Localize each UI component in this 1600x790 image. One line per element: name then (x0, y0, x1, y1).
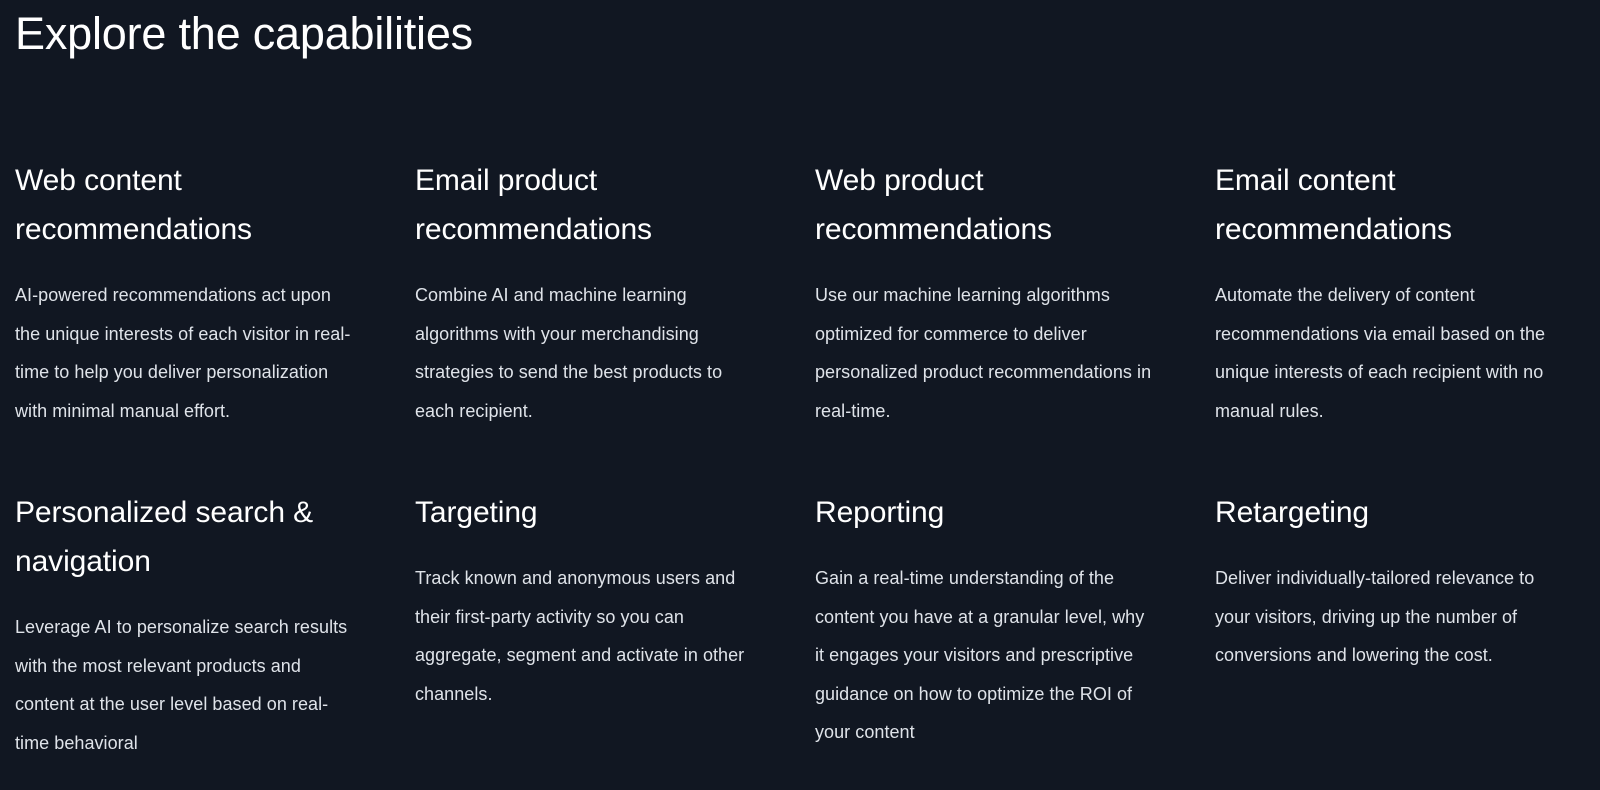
capability-card-description: Track known and anonymous users and thei… (415, 568, 745, 704)
capability-card-title: Web content recommendations (15, 164, 252, 246)
capability-card-title: Personalized search & navigation (15, 496, 314, 578)
capability-card-reporting: Reporting Gain a real-time understanding… (815, 488, 1215, 762)
capability-card-targeting: Targeting Track known and anonymous user… (415, 488, 815, 762)
capabilities-grid: Web content recommendations AI-powered r… (15, 156, 1585, 762)
capability-card-description: Automate the delivery of content recomme… (1215, 285, 1546, 421)
capabilities-section: Explore the capabilities Web content rec… (0, 0, 1600, 790)
capability-card-title: Web product recommendations (815, 164, 1052, 246)
capability-card-personalized-search-and-navigation: Personalized search & navigation Leverag… (15, 488, 415, 762)
page-title: Explore the capabilities (15, 8, 473, 59)
capability-card-email-content-recommendations: Email content recommendations Automate t… (1215, 156, 1600, 430)
capability-card-description: Leverage AI to personalize search result… (15, 617, 348, 753)
capability-card-web-content-recommendations: Web content recommendations AI-powered r… (15, 156, 415, 430)
capability-card-description: AI-powered recommendations act upon the … (15, 285, 351, 421)
capability-card-title: Reporting (815, 496, 945, 529)
capability-card-web-product-recommendations: Web product recommendations Use our mach… (815, 156, 1215, 430)
capability-card-title: Targeting (415, 496, 538, 529)
capability-card-description: Combine AI and machine learning algorith… (415, 285, 723, 421)
capability-card-title: Email content recommendations (1215, 164, 1452, 246)
capability-card-email-product-recommendations: Email product recommendations Combine AI… (415, 156, 815, 430)
capability-card-description: Deliver individually-tailored relevance … (1215, 568, 1535, 665)
capability-card-title: Retargeting (1215, 496, 1369, 529)
capability-card-description: Use our machine learning algorithms opti… (815, 285, 1152, 421)
capability-card-retargeting: Retargeting Deliver individually-tailore… (1215, 488, 1600, 762)
capability-card-description: Gain a real-time understanding of the co… (815, 568, 1145, 742)
capability-card-title: Email product recommendations (415, 164, 652, 246)
